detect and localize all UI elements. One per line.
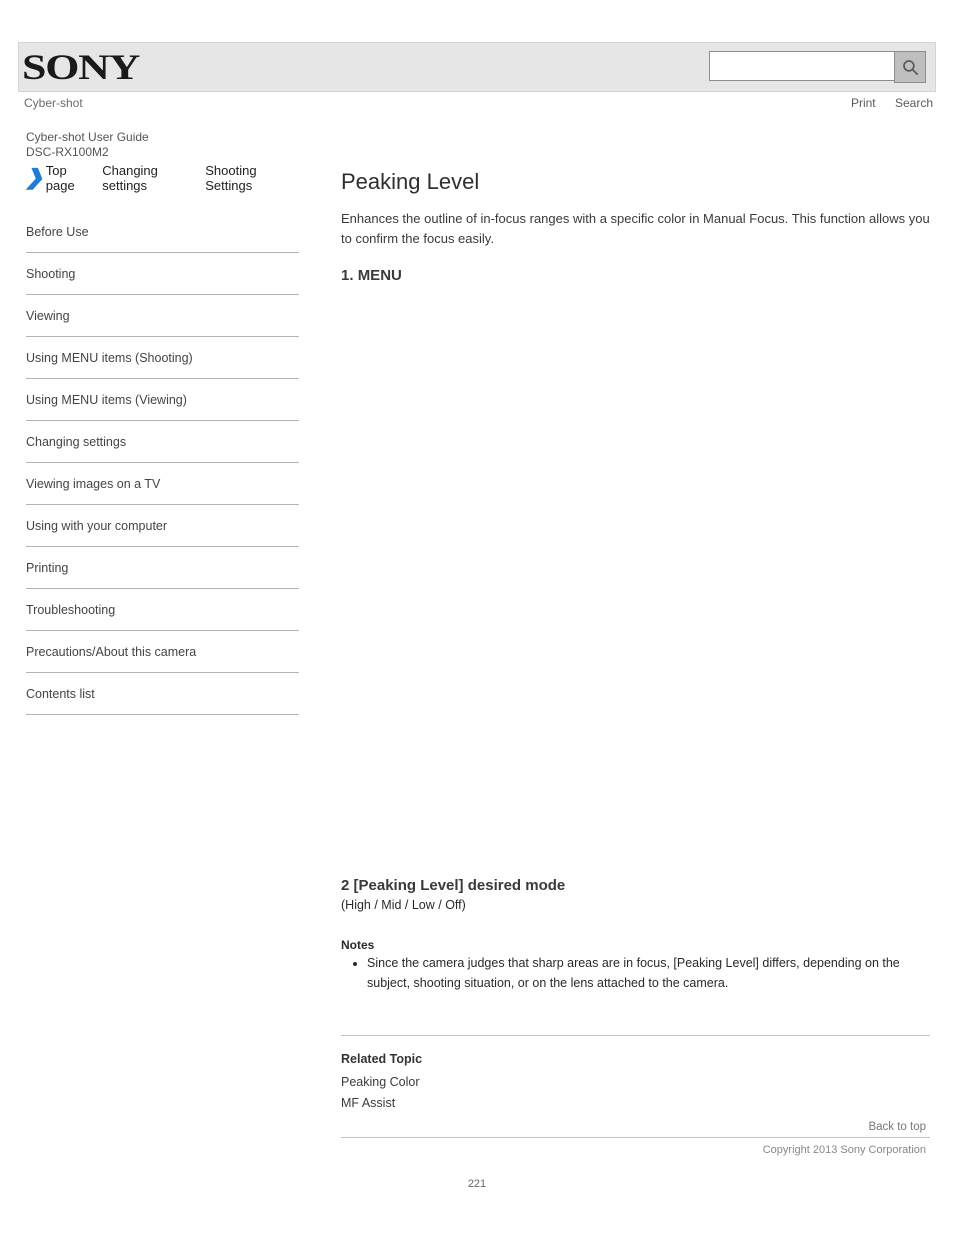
sidebar-item-menu-viewing[interactable]: Using MENU items (Viewing) [26, 379, 299, 421]
print-link[interactable]: Print [851, 96, 876, 110]
main-content: Peaking Level Enhances the outline of in… [299, 163, 936, 1156]
step-line: 1. MENU 2 [Peaking Level] desired mode [341, 267, 930, 894]
sidebar-item-contents[interactable]: Contents list [26, 673, 299, 715]
notes-list: Since the camera judges that sharp areas… [367, 954, 930, 993]
back-to-top-link[interactable]: Back to top [341, 1121, 930, 1133]
related-list: Peaking Color MF Assist [341, 1072, 930, 1115]
doc-model: DSC-RX100M2 [26, 145, 936, 159]
intro-text: Enhances the outline of in-focus ranges … [341, 209, 930, 249]
menu-path: [Peaking Level] desired mode [354, 877, 566, 894]
magnifier-icon [901, 58, 920, 77]
sidebar-nav: Before Use Shooting Viewing Using MENU i… [26, 211, 299, 715]
breadcrumb-top: Top page [46, 163, 95, 193]
sidebar-item-printing[interactable]: Printing [26, 547, 299, 589]
related-link-mf-assist[interactable]: MF Assist [341, 1093, 930, 1114]
sidebar-item-tv[interactable]: Viewing images on a TV [26, 463, 299, 505]
intro-part1: Enhances the outline of in-focus ranges … [341, 211, 788, 226]
brand-logo: SONY [22, 46, 139, 88]
note-item: Since the camera judges that sharp areas… [367, 954, 930, 993]
page-title: Peaking Level [341, 169, 930, 195]
footer-separator [341, 1137, 930, 1138]
sidebar-item-precautions[interactable]: Precautions/About this camera [26, 631, 299, 673]
step-num: 1. [341, 267, 354, 284]
copyright: Copyright 2013 Sony Corporation [341, 1144, 930, 1156]
header-subbar: Cyber-shot Print Search [18, 96, 936, 110]
product-line: Cyber-shot [24, 96, 83, 110]
sidebar-item-menu-shooting[interactable]: Using MENU items (Shooting) [26, 337, 299, 379]
gear-num: 2 [341, 877, 349, 894]
top-bar: SONY [18, 42, 936, 92]
sidebar-item-changing[interactable]: Changing settings [26, 421, 299, 463]
sidebar-item-computer[interactable]: Using with your computer [26, 505, 299, 547]
doc-title-block: Cyber-shot User Guide DSC-RX100M2 [18, 130, 936, 159]
related-link-peaking-color[interactable]: Peaking Color [341, 1072, 930, 1093]
search-wrap [709, 51, 926, 83]
separator [341, 1035, 930, 1036]
sidebar-item-shooting[interactable]: Shooting [26, 253, 299, 295]
sidebar-item-troubleshoot[interactable]: Troubleshooting [26, 589, 299, 631]
notes-heading: Notes [341, 938, 930, 952]
gear-icon [341, 860, 930, 877]
sidebar-item-viewing[interactable]: Viewing [26, 295, 299, 337]
search-input[interactable] [709, 51, 895, 81]
search-link[interactable]: Search [895, 96, 933, 110]
options-list: (High / Mid / Low / Off) [341, 898, 930, 912]
sidebar-item-before-use[interactable]: Before Use [26, 211, 299, 253]
doc-title: Cyber-shot User Guide [26, 130, 936, 144]
breadcrumb-section: Changing settings [102, 163, 198, 193]
breadcrumb-sep [95, 171, 102, 186]
page-number: 221 [0, 1178, 954, 1190]
breadcrumb-sub: Shooting Settings [205, 163, 299, 193]
breadcrumb-sep2 [198, 171, 205, 186]
chevron-right-icon: ❯ [26, 168, 40, 188]
sidebar: ❯ Top page Changing settings Shooting Se… [18, 163, 299, 1156]
search-button[interactable] [894, 51, 926, 83]
breadcrumb[interactable]: ❯ Top page Changing settings Shooting Se… [26, 163, 299, 193]
related-heading: Related Topic [341, 1052, 930, 1066]
menu-prefix: MENU [358, 267, 402, 284]
